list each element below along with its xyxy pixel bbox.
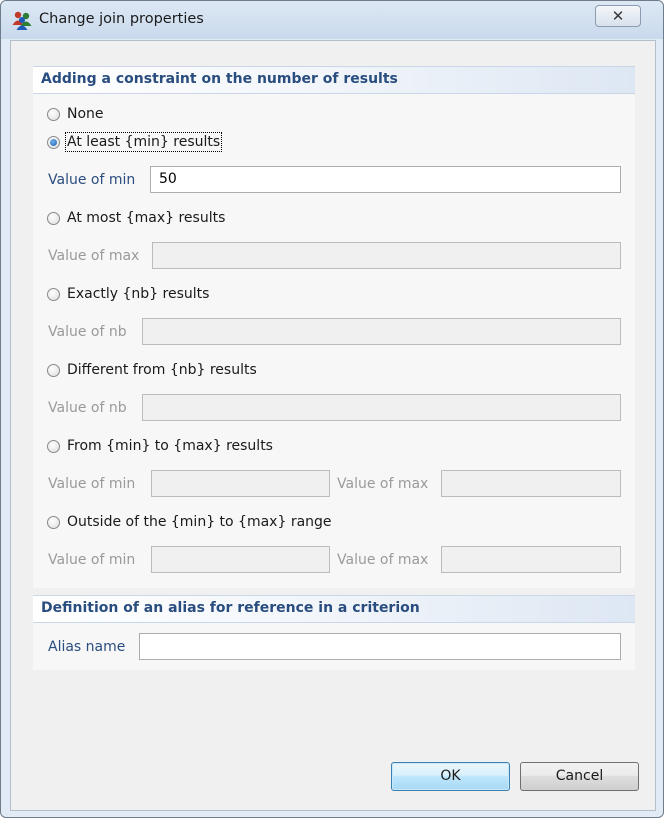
outside-max-input[interactable] xyxy=(441,546,621,573)
alias-name-label: Alias name xyxy=(48,639,126,655)
outside-min-input[interactable] xyxy=(151,546,330,573)
dialog-window: Change join properties ✕ Adding a constr… xyxy=(0,0,664,818)
cancel-button[interactable]: Cancel xyxy=(520,762,639,791)
radio-exactly-button[interactable] xyxy=(47,287,60,301)
radio-none-label[interactable]: None xyxy=(67,106,104,122)
alias-name-input[interactable] xyxy=(139,633,621,660)
radio-outside-label[interactable]: Outside of the {min} to {max} range xyxy=(67,514,332,530)
window-title: Change join properties xyxy=(39,11,204,27)
title-bar[interactable]: Change join properties ✕ xyxy=(1,1,663,39)
from-to-max-label: Value of max xyxy=(337,476,429,492)
radio-at-least-label[interactable]: At least {min} results xyxy=(64,132,223,152)
radio-outside-button[interactable] xyxy=(47,515,60,529)
exactly-nb-input[interactable] xyxy=(142,318,621,345)
radio-different-label[interactable]: Different from {nb} results xyxy=(67,362,257,378)
radio-from-to[interactable]: From {min} to {max} results xyxy=(47,436,273,456)
radio-none-button[interactable] xyxy=(47,107,60,121)
ok-button[interactable]: OK xyxy=(391,762,510,791)
radio-exactly-label[interactable]: Exactly {nb} results xyxy=(67,286,209,302)
at-most-max-label: Value of max xyxy=(48,248,140,264)
exactly-nb-label: Value of nb xyxy=(48,324,127,340)
different-nb-input[interactable] xyxy=(142,394,621,421)
at-most-max-input[interactable] xyxy=(152,242,621,269)
radio-at-least-button[interactable] xyxy=(47,135,60,149)
from-to-min-label: Value of min xyxy=(48,476,136,492)
radio-at-least[interactable]: At least {min} results xyxy=(47,132,223,152)
close-button[interactable]: ✕ xyxy=(595,5,641,27)
at-least-min-label: Value of min xyxy=(48,172,136,188)
radio-exactly[interactable]: Exactly {nb} results xyxy=(47,284,209,304)
from-to-min-input[interactable] xyxy=(151,470,330,497)
outside-min-label: Value of min xyxy=(48,552,136,568)
constraint-section-title: Adding a constraint on the number of res… xyxy=(41,71,398,87)
from-to-max-input[interactable] xyxy=(441,470,621,497)
radio-from-to-label[interactable]: From {min} to {max} results xyxy=(67,438,273,454)
outside-max-label: Value of max xyxy=(337,552,429,568)
radio-from-to-button[interactable] xyxy=(47,439,60,453)
people-icon xyxy=(12,11,32,30)
radio-different[interactable]: Different from {nb} results xyxy=(47,360,257,380)
alias-section: Definition of an alias for reference in … xyxy=(33,595,635,670)
dialog-content: Adding a constraint on the number of res… xyxy=(10,40,656,811)
radio-at-most-label[interactable]: At most {max} results xyxy=(67,210,225,226)
radio-outside[interactable]: Outside of the {min} to {max} range xyxy=(47,512,332,532)
alias-section-header: Definition of an alias for reference in … xyxy=(33,595,635,623)
different-nb-label: Value of nb xyxy=(48,400,127,416)
at-least-min-input[interactable]: 50 xyxy=(150,166,621,193)
alias-section-title: Definition of an alias for reference in … xyxy=(41,600,420,616)
constraint-section: Adding a constraint on the number of res… xyxy=(33,66,635,588)
radio-different-button[interactable] xyxy=(47,363,60,377)
radio-at-most[interactable]: At most {max} results xyxy=(47,208,225,228)
radio-at-most-button[interactable] xyxy=(47,211,60,225)
constraint-section-header: Adding a constraint on the number of res… xyxy=(33,66,635,94)
radio-none[interactable]: None xyxy=(47,104,104,124)
